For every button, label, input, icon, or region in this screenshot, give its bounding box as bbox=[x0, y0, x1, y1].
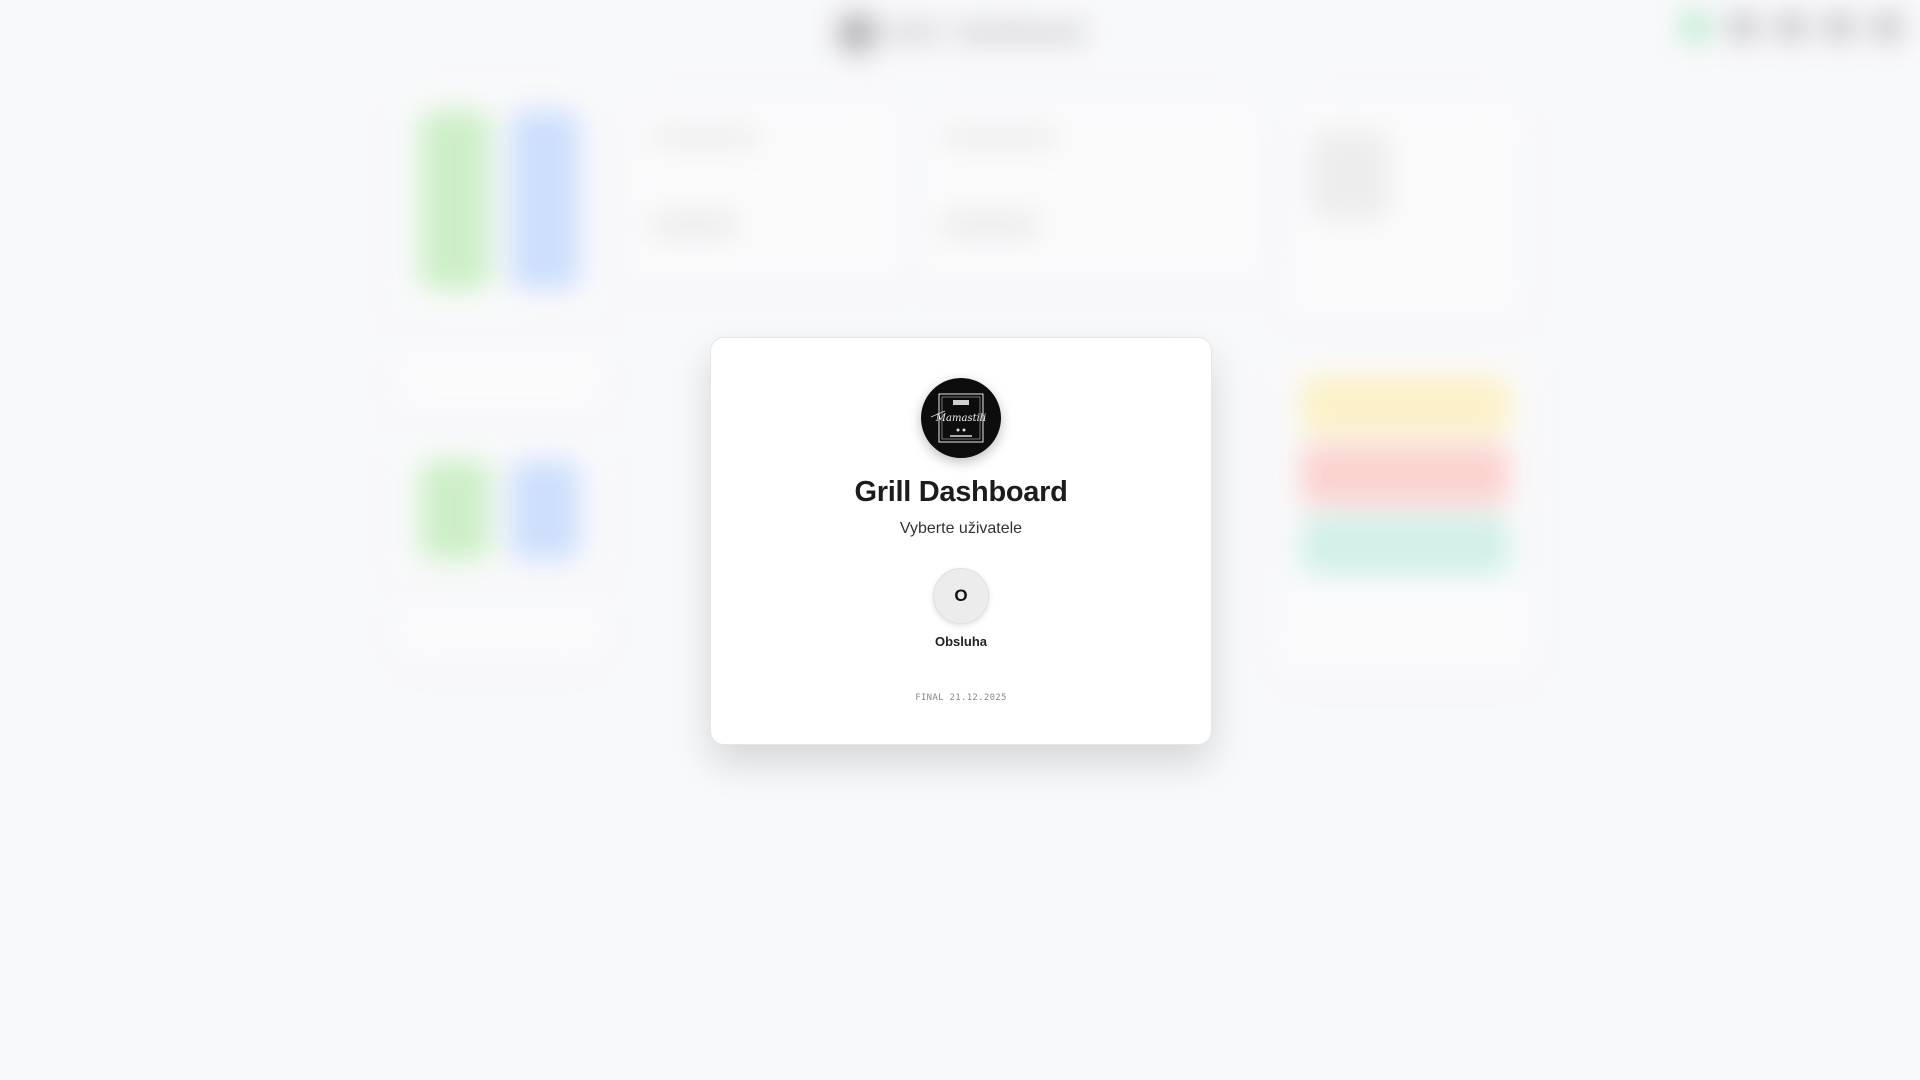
restaurant-logo-icon: Mamastili bbox=[924, 381, 998, 455]
version-label: FINAL 21.12.2025 bbox=[915, 693, 1007, 703]
user-button-obsluha[interactable]: O bbox=[933, 568, 989, 624]
brand-logo: Mamastili bbox=[921, 378, 1001, 458]
modal-title: Grill Dashboard bbox=[854, 476, 1068, 508]
logo-lettering: Mamastili bbox=[935, 413, 986, 424]
user-label-obsluha[interactable]: Obsluha bbox=[711, 634, 1211, 649]
modal-subtitle: Vyberte uživatele bbox=[899, 520, 1023, 537]
user-select-modal: Mamastili Grill Dashboard Vyberte uživat… bbox=[710, 337, 1212, 745]
